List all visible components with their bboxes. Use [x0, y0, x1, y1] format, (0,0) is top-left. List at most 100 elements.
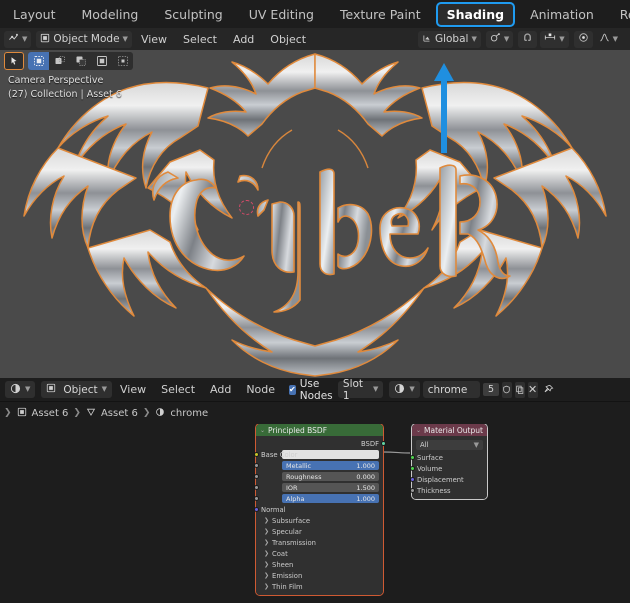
proportional-falloff-dropdown[interactable]: ▼	[595, 31, 622, 48]
material-users-count[interactable]: 5	[482, 383, 500, 396]
panel-label: Specular	[272, 527, 302, 536]
shader-type-dropdown[interactable]: Object ▼	[41, 381, 112, 398]
socket-normal[interactable]	[253, 507, 259, 512]
panel-subsurface[interactable]: ❯ Subsurface	[256, 515, 383, 526]
socket-volume[interactable]	[409, 466, 415, 471]
socket-roughness[interactable]	[253, 474, 259, 479]
select-mode-subtract[interactable]	[70, 52, 91, 70]
socket-shader-output[interactable]	[380, 441, 386, 446]
snap-increment-icon	[544, 32, 556, 46]
breadcrumb-item-material[interactable]: chrome	[170, 408, 208, 419]
unlink-material-button[interactable]: ✕	[527, 381, 538, 398]
node-input-ior[interactable]: IOR 1.500	[253, 482, 383, 493]
snap-toggle-button[interactable]	[518, 30, 538, 48]
editor-type-button[interactable]: ▼	[4, 30, 32, 48]
transform-orientation-dropdown[interactable]: Global ▼	[417, 30, 481, 48]
collapse-icon[interactable]: ⌄	[260, 427, 265, 434]
interaction-mode-dropdown[interactable]: Object Mode ▼	[36, 30, 132, 48]
shader-editor[interactable]: ▼ Object ▼ View Select Add Node ✔ Use No…	[0, 378, 630, 603]
breadcrumb-chevron-icon: ❯	[4, 408, 12, 418]
tab-rendering[interactable]: Rendering	[610, 3, 630, 26]
node-input-volume[interactable]: Volume	[409, 463, 487, 474]
tab-uv-editing[interactable]: UV Editing	[239, 3, 324, 26]
collapse-icon[interactable]: ⌄	[416, 427, 421, 434]
breadcrumb-chevron-icon: ❯	[73, 408, 81, 418]
shader-menu-node[interactable]: Node	[239, 383, 282, 396]
active-tool-button[interactable]	[4, 52, 24, 70]
socket-base-color[interactable]	[253, 452, 259, 457]
material-name-field[interactable]: chrome	[422, 381, 480, 398]
socket-thickness[interactable]	[409, 488, 415, 493]
tab-modeling[interactable]: Modeling	[72, 3, 149, 26]
menu-add[interactable]: Add	[226, 33, 261, 46]
panel-specular[interactable]: ❯ Specular	[256, 526, 383, 537]
node-principled-bsdf[interactable]: ⌄ Principled BSDF BSDF Base Color Metall…	[253, 424, 386, 595]
node-input-base-color[interactable]: Base Color	[253, 449, 383, 460]
shader-menu-view[interactable]: View	[113, 383, 153, 396]
material-icon	[394, 383, 405, 397]
menu-object[interactable]: Object	[263, 33, 313, 46]
node-input-normal[interactable]: Normal	[253, 504, 383, 515]
panel-emission[interactable]: ❯ Emission	[256, 570, 383, 581]
shader-menu-add[interactable]: Add	[203, 383, 238, 396]
pivot-point-dropdown[interactable]: ▼	[485, 30, 514, 48]
socket-surface[interactable]	[409, 455, 415, 460]
node-input-surface[interactable]: Surface	[409, 452, 487, 463]
snap-increment-dropdown[interactable]: ▼	[540, 30, 569, 48]
use-nodes-toggle[interactable]: ✔ Use Nodes	[289, 378, 336, 402]
breadcrumb-item-object[interactable]: Asset 6	[32, 408, 69, 419]
node-header[interactable]: ⌄ Principled BSDF	[256, 424, 383, 436]
material-browse-button[interactable]: ▼	[389, 381, 420, 398]
shader-type-label: Object	[63, 383, 98, 396]
node-canvas[interactable]: ⌄ Principled BSDF BSDF Base Color Metall…	[0, 424, 630, 603]
node-input-roughness[interactable]: Roughness 0.000	[253, 471, 383, 482]
viewport-view-label: Camera Perspective	[8, 75, 104, 86]
select-mode-intersect[interactable]	[112, 52, 133, 70]
panel-thin-film[interactable]: ❯ Thin Film	[256, 581, 383, 592]
metallic-slider[interactable]: Metallic 1.000	[282, 461, 379, 470]
tab-layout[interactable]: Layout	[3, 3, 66, 26]
node-input-thickness[interactable]: Thickness	[409, 485, 487, 496]
select-mode-set[interactable]	[28, 52, 49, 70]
node-material-output[interactable]: ⌄ Material Output All ▼ Surface Volume D…	[409, 424, 487, 499]
material-name-value: chrome	[427, 383, 468, 396]
new-material-button[interactable]	[514, 381, 525, 398]
breadcrumb-item-mesh[interactable]: Asset 6	[101, 408, 138, 419]
socket-displacement[interactable]	[409, 477, 415, 482]
fake-user-button[interactable]	[502, 381, 512, 398]
material-slot-dropdown[interactable]: Slot 1 ▼	[337, 378, 384, 402]
node-input-alpha[interactable]: Alpha 1.000	[253, 493, 383, 504]
ior-slider[interactable]: IOR 1.500	[282, 483, 379, 492]
shader-editor-type-button[interactable]: ▼	[5, 381, 36, 398]
tab-sculpting[interactable]: Sculpting	[154, 3, 232, 26]
socket-metallic[interactable]	[253, 463, 259, 468]
snap-magnet-icon	[522, 32, 533, 46]
node-input-displacement[interactable]: Displacement	[409, 474, 487, 485]
panel-coat[interactable]: ❯ Coat	[256, 548, 383, 559]
3d-viewport[interactable]: Camera Perspective (27) Collection | Ass…	[0, 28, 630, 378]
node-output-bsdf[interactable]: BSDF	[256, 438, 386, 449]
chevron-down-icon: ▼	[372, 385, 379, 393]
select-mode-invert[interactable]	[91, 52, 112, 70]
tab-animation[interactable]: Animation	[520, 3, 604, 26]
panel-transmission[interactable]: ❯ Transmission	[256, 537, 383, 548]
pin-button[interactable]	[543, 382, 554, 398]
pivot-point-icon	[490, 32, 501, 46]
output-target-dropdown[interactable]: All ▼	[416, 440, 483, 450]
select-mode-extend[interactable]	[49, 52, 70, 70]
menu-select[interactable]: Select	[176, 33, 224, 46]
socket-ior[interactable]	[253, 485, 259, 490]
tab-texture-paint[interactable]: Texture Paint	[330, 3, 431, 26]
socket-alpha[interactable]	[253, 496, 259, 501]
node-header[interactable]: ⌄ Material Output	[412, 424, 487, 436]
input-label: Thickness	[417, 487, 451, 495]
shader-menu-select[interactable]: Select	[154, 383, 202, 396]
tab-shading[interactable]: Shading	[435, 1, 516, 27]
node-input-metallic[interactable]: Metallic 1.000	[253, 460, 383, 471]
proportional-editing-toggle[interactable]	[573, 30, 593, 48]
breadcrumb-chevron-icon: ❯	[142, 408, 151, 418]
menu-view[interactable]: View	[134, 33, 174, 46]
alpha-slider[interactable]: Alpha 1.000	[282, 494, 379, 503]
roughness-slider[interactable]: Roughness 0.000	[282, 472, 379, 481]
panel-sheen[interactable]: ❯ Sheen	[256, 559, 383, 570]
